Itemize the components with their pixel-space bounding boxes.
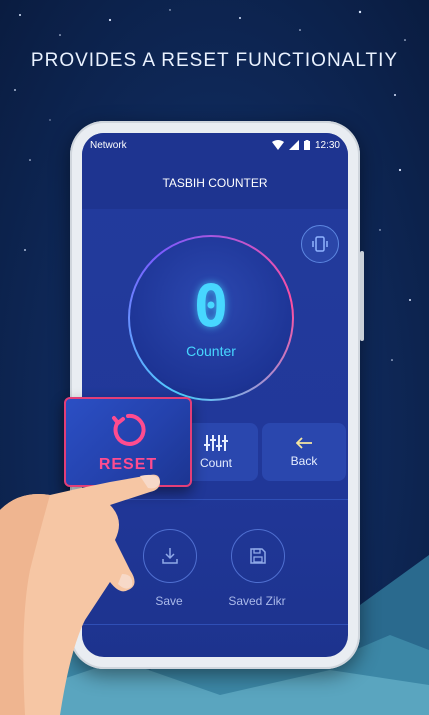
back-button[interactable]: Back — [262, 423, 346, 481]
counter-value: 0 — [193, 272, 229, 340]
headline: PROVIDES A RESET FUNCTIONALTIY — [30, 50, 399, 71]
phone-side-button — [360, 251, 364, 341]
count-label: Count — [199, 455, 233, 470]
battery-icon — [303, 140, 310, 150]
back-arrow-icon — [296, 436, 312, 449]
status-bar: Network 12:30 — [82, 133, 348, 157]
save-icon — [250, 548, 266, 564]
network-label: Network — [90, 139, 127, 151]
clock: 12:30 — [314, 139, 340, 151]
saved-zikr-label: Saved Zikr — [228, 594, 286, 608]
equalizer-icon — [204, 434, 228, 451]
app-bar: TASBIH COUNTER — [82, 157, 348, 209]
counter-label: Counter — [186, 343, 236, 359]
pointing-hand-illustration — [0, 474, 160, 715]
signal-icon — [288, 140, 299, 150]
saved-zikr-button[interactable] — [231, 529, 285, 583]
back-label: Back — [290, 453, 318, 468]
vibrate-toggle-button[interactable] — [301, 225, 339, 263]
app-title: TASBIH COUNTER — [162, 176, 268, 190]
wifi-icon — [271, 140, 284, 150]
vibrate-icon — [312, 236, 328, 252]
counter-ring[interactable]: 0 Counter — [128, 235, 294, 401]
reset-icon — [112, 413, 146, 446]
